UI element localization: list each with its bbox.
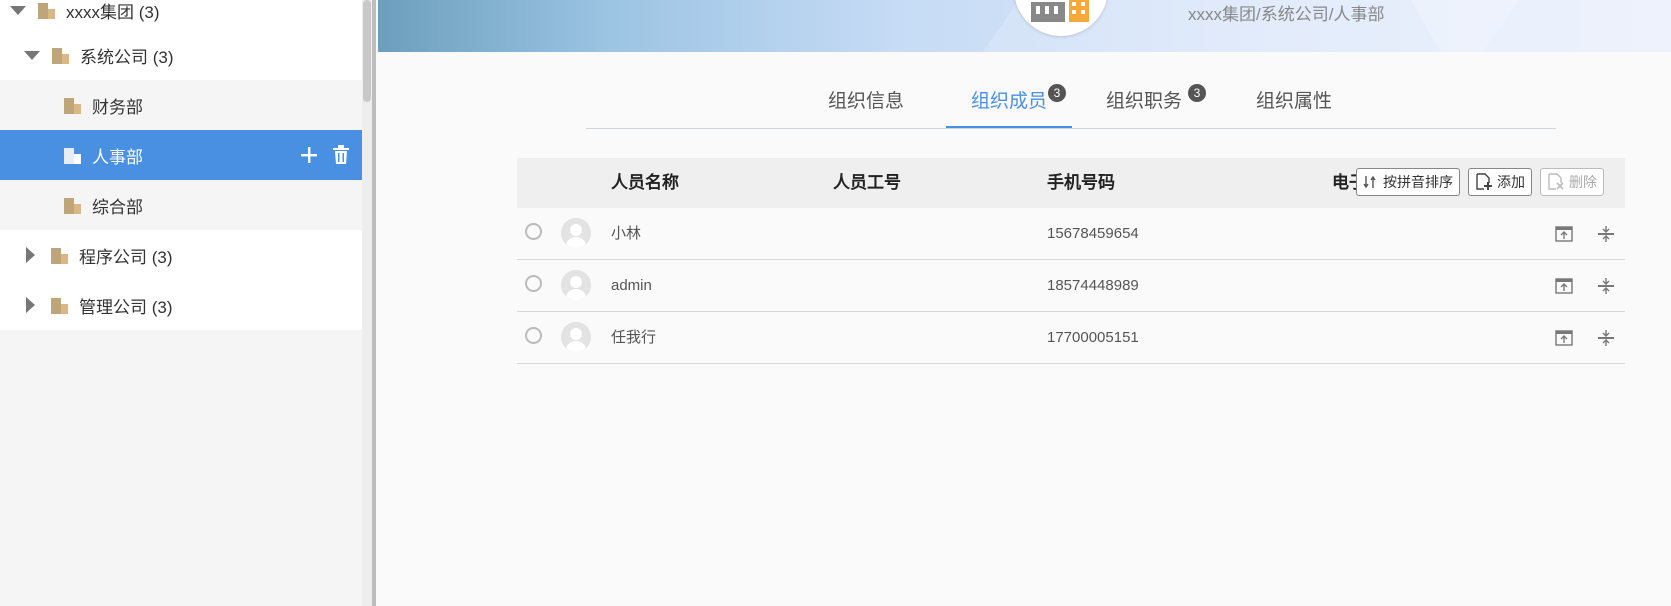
sort-button-label: 按拼音排序 [1383, 174, 1453, 190]
sidebar-scrollbar[interactable] [362, 0, 372, 606]
building-logo-icon [1031, 0, 1089, 22]
member-name: 小林 [611, 225, 642, 242]
tree-node-actions [300, 130, 350, 180]
building-icon [52, 48, 69, 64]
avatar [561, 270, 591, 300]
drag-sort-icon[interactable] [1597, 277, 1615, 295]
tab-label: 组织职务 [1105, 91, 1182, 112]
tab-label: 组织成员 [970, 91, 1047, 112]
tree-node-general[interactable]: 综合部 [0, 180, 362, 230]
sort-pinyin-button[interactable]: 按拼音排序 [1356, 168, 1460, 196]
table-row[interactable]: 任我行 17700005151 [517, 312, 1625, 364]
caret-down-icon[interactable] [24, 50, 40, 60]
table-toolbar: 按拼音排序 添加 删除 [1356, 168, 1604, 198]
drag-sort-icon[interactable] [1597, 329, 1615, 347]
row-actions [1555, 208, 1615, 259]
row-select-radio[interactable] [525, 223, 542, 240]
org-tabs: 组织信息 组织成员 3 组织职务 3 组织属性 [586, 82, 1556, 129]
tab-org-info[interactable]: 组织信息 [818, 88, 914, 128]
scrollbar-thumb[interactable] [363, 0, 371, 102]
sort-icon [1363, 175, 1376, 189]
delete-button-label: 删除 [1569, 174, 1597, 190]
add-file-icon [1476, 173, 1492, 190]
members-table: 人员名称 人员工号 手机号码 电子 按拼音排序 添加 删除 小林 1567845… [517, 158, 1625, 364]
org-tree: xxxx集团 (3) 系统公司 (3) 财务部 人事部 综合部 程序公司 (3)… [0, 0, 362, 330]
tree-node-program-company[interactable]: 程序公司 (3) [0, 230, 362, 280]
tree-node-group[interactable]: xxxx集团 (3) [0, 0, 362, 30]
column-header-email[interactable]: 电子 [1332, 158, 1358, 208]
delete-member-button[interactable]: 删除 [1540, 168, 1604, 196]
row-select-radio[interactable] [525, 327, 542, 344]
member-name: admin [611, 277, 652, 294]
count-badge: 3 [1048, 84, 1066, 102]
tree-node-label: 管理公司 (3) [79, 297, 173, 317]
column-header-phone[interactable]: 手机号码 [1047, 158, 1115, 208]
tree-node-label: 系统公司 (3) [80, 47, 174, 67]
row-actions [1555, 260, 1615, 311]
breadcrumb: xxxx集团/系统公司/人事部 [1188, 5, 1385, 24]
user-avatar-icon [561, 322, 591, 352]
transfer-icon[interactable] [1555, 225, 1573, 243]
delete-file-icon [1548, 173, 1564, 190]
user-avatar-icon [561, 270, 591, 300]
tree-node-system-company[interactable]: 系统公司 (3) [0, 30, 362, 80]
member-name: 任我行 [611, 329, 657, 346]
org-tree-sidebar: xxxx集团 (3) 系统公司 (3) 财务部 人事部 综合部 程序公司 (3)… [0, 0, 373, 606]
avatar [561, 322, 591, 352]
building-icon [51, 298, 68, 314]
user-avatar-icon [561, 218, 591, 248]
tab-label: 组织属性 [1255, 91, 1332, 112]
table-row[interactable]: admin 18574448989 [517, 260, 1625, 312]
splitter[interactable] [372, 0, 376, 606]
tab-org-members[interactable]: 组织成员 3 [946, 84, 1072, 128]
add-button-label: 添加 [1497, 174, 1525, 190]
tab-org-positions[interactable]: 组织职务 3 [1096, 84, 1206, 128]
tree-node-label: 综合部 [92, 197, 143, 217]
drag-sort-icon[interactable] [1597, 225, 1615, 243]
tab-org-attributes[interactable]: 组织属性 [1246, 88, 1342, 128]
add-node-icon[interactable] [300, 146, 318, 164]
tree-node-label: 人事部 [92, 147, 143, 167]
count-badge: 3 [1188, 84, 1206, 102]
tab-label: 组织信息 [827, 91, 904, 112]
tree-node-finance[interactable]: 财务部 [0, 80, 362, 130]
column-header-name[interactable]: 人员名称 [611, 158, 679, 208]
building-icon [64, 98, 81, 114]
table-header: 人员名称 人员工号 手机号码 电子 按拼音排序 添加 删除 [517, 158, 1625, 208]
tree-node-management-company[interactable]: 管理公司 (3) [0, 280, 362, 330]
caret-down-icon[interactable] [10, 5, 26, 15]
building-icon [64, 148, 81, 164]
tree-node-label: 财务部 [92, 97, 143, 117]
building-icon [64, 198, 81, 214]
org-banner: xxxx集团/系统公司/人事部 [378, 0, 1671, 52]
member-phone: 15678459654 [1047, 225, 1139, 242]
building-icon [38, 3, 55, 19]
transfer-icon[interactable] [1555, 329, 1573, 347]
row-select-radio[interactable] [525, 275, 542, 292]
tree-node-hr[interactable]: 人事部 [0, 130, 362, 180]
tree-node-label: xxxx集团 (3) [66, 2, 160, 22]
trash-icon[interactable] [332, 145, 350, 165]
column-header-employee-id[interactable]: 人员工号 [833, 158, 901, 208]
caret-right-icon[interactable] [26, 297, 35, 313]
tree-node-label: 程序公司 (3) [79, 247, 173, 267]
caret-right-icon[interactable] [26, 247, 35, 263]
transfer-icon[interactable] [1555, 277, 1573, 295]
add-member-button[interactable]: 添加 [1468, 168, 1532, 196]
row-actions [1555, 312, 1615, 363]
member-phone: 17700005151 [1047, 329, 1139, 346]
avatar [561, 218, 591, 248]
table-row[interactable]: 小林 15678459654 [517, 208, 1625, 260]
member-phone: 18574448989 [1047, 277, 1139, 294]
building-icon [51, 248, 68, 264]
